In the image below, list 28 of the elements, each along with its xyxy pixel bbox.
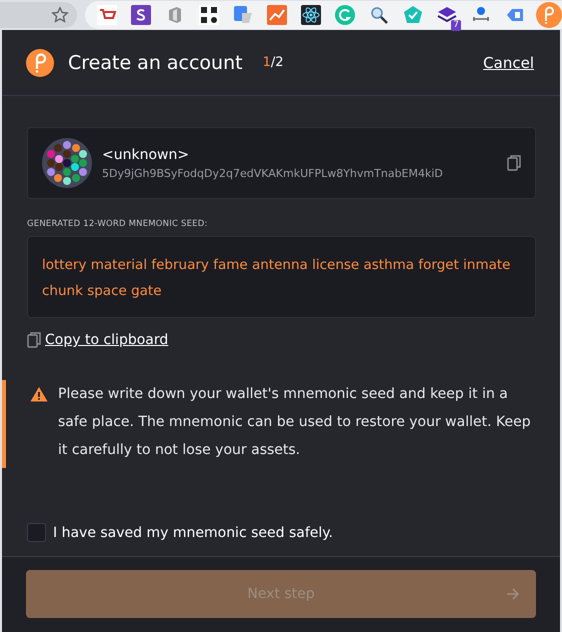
copy-icon[interactable] [507, 155, 521, 171]
atom-icon[interactable] [301, 5, 321, 25]
qr-code-icon[interactable] [199, 5, 219, 25]
checkbox[interactable] [27, 523, 46, 542]
warning-icon [30, 386, 48, 402]
badge-count: 7 [451, 20, 461, 31]
cancel-link[interactable]: Cancel [483, 54, 534, 72]
step-counter: 1/2 [262, 55, 284, 70]
checkmark-icon[interactable] [403, 5, 423, 25]
chart-icon[interactable] [267, 5, 287, 25]
seed-label: GENERATED 12-WORD MNEMONIC SEED: [27, 219, 209, 229]
polkadot-logo-icon[interactable] [536, 2, 562, 28]
magnifier-icon[interactable] [369, 5, 389, 25]
seed-phrase: lottery material february fame antenna license asthma forget inmate chunk space gate [27, 236, 536, 318]
star-icon[interactable] [51, 6, 69, 24]
warning-text: Please write down your wallet's mnemonic seed and keep it in a safe place. The mnemonic can be used to restore your wallet. Keep it carefully to not lose your assets. [58, 385, 532, 460]
account-address: 5Dy9jGh9BSyFodqDy2q7edVKAKmkUFPLw8YhvmTnabEM4kiD [102, 166, 444, 180]
arrow-right-icon [506, 587, 520, 601]
checkbox-label: I have saved my mnemonic seed safely. [53, 524, 333, 540]
identicon-icon [42, 138, 92, 188]
page-title: Create an account [68, 52, 243, 74]
cart-icon[interactable] [97, 5, 117, 25]
account-name: <unknown> [102, 146, 190, 162]
copy-link[interactable]: Copy to clipboard [45, 332, 168, 348]
polkadot-logo-icon [26, 48, 54, 76]
copy-icon [27, 332, 41, 348]
stack-icon[interactable] [437, 5, 457, 25]
letter-s-icon[interactable] [131, 5, 151, 25]
